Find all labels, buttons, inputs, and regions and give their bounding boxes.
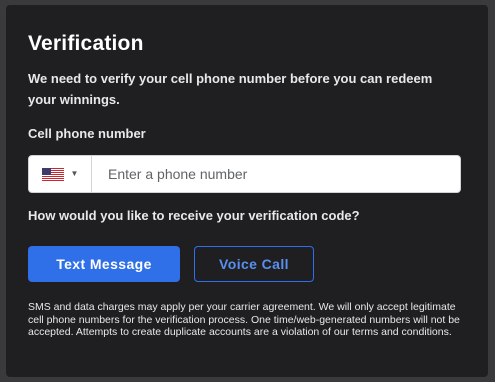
phone-field: ▼ — [28, 155, 461, 193]
chevron-down-icon: ▼ — [70, 169, 79, 178]
voice-call-button[interactable]: Voice Call — [194, 246, 314, 282]
phone-field-label: Cell phone number — [28, 126, 146, 141]
disclaimer-text: SMS and data charges may apply per your … — [28, 301, 460, 338]
verification-panel: Verification We need to verify your cell… — [6, 5, 488, 377]
delivery-method-question: How would you like to receive your verif… — [28, 208, 360, 223]
text-message-button[interactable]: Text Message — [28, 246, 180, 282]
us-flag-icon — [41, 167, 64, 181]
page-title: Verification — [28, 32, 144, 55]
country-code-dropdown[interactable]: ▼ — [29, 156, 92, 192]
intro-text: We need to verify your cell phone number… — [28, 71, 433, 107]
phone-number-input[interactable] — [92, 156, 460, 192]
